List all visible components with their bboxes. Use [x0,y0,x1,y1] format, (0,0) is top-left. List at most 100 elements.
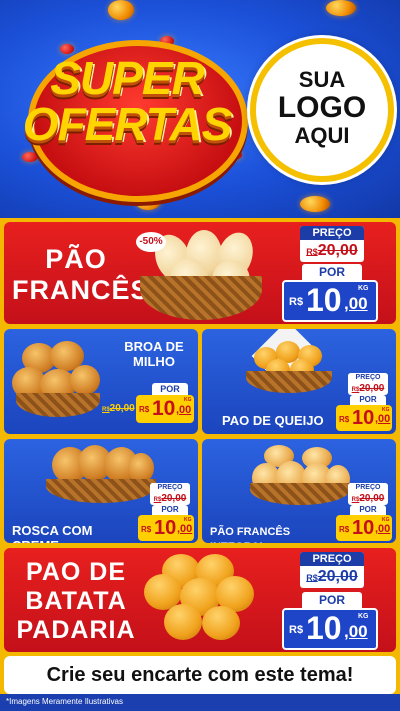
product-name-line: ROSCA COM CREME [12,523,93,543]
price-integer: 10 [154,517,177,539]
price-decimal: ,00 [375,523,391,535]
price-box: R$ 10 ,00 KG [282,608,378,650]
old-price-box: PREÇO R$20,00 [300,226,364,262]
price-unit: KG [184,517,192,523]
basket-image [46,479,156,503]
product-name-line: BATATA [25,587,127,615]
preco-label: PREÇO [348,373,388,382]
product-name: BROA DE MILHO [114,339,194,369]
price-box: R$ 10 ,00 KG [136,395,194,423]
price-integer: 10 [306,610,342,646]
basket-image [140,276,262,320]
product-card-broa-de-milho: BROA DE MILHO POR R$20,00 R$ 10 ,00 KG [4,329,198,434]
basket-image [246,371,332,393]
por-label: POR [350,505,386,515]
discount-badge: -50% [136,232,166,252]
old-price: R$20,00 [300,240,364,262]
basket-image [250,483,350,505]
product-name-line: PAO DE QUEIJO [222,413,324,428]
product-card-rosca-com-creme: ROSCA COM CREME PREÇO R$20,00 POR R$ 10 … [4,439,198,543]
price-unit: KG [358,613,369,620]
old-price-box: PREÇO R$20,00 [300,552,364,588]
product-card-pao-frances: PÃO FRANCÊS -50% PREÇO R$20,00 POR R$ 10… [4,222,396,324]
price-currency: R$ [339,525,350,534]
preco-label: PREÇO [300,226,364,240]
price-decimal: ,00 [375,413,391,425]
price-decimal: ,00 [344,294,368,313]
old-price-box: PREÇO R$20,00 [348,483,388,505]
price-unit: KG [184,397,192,403]
product-name: PÃO FRANCÊS INTEGRAL [210,525,346,543]
product-name-line: PÃO FRANCÊS INTEGRAL [210,526,291,543]
price-decimal: ,00 [176,404,192,416]
old-price: R$20,00 [300,566,364,588]
product-card-pao-de-batata: PAO DE BATATA PADARIA PREÇO R$20,00 POR … [4,548,396,652]
header-banner: SUPER OFERTAS SUA LOGO AQUI [0,0,400,218]
price-decimal: ,00 [344,622,368,641]
logo-text: SUA LOGO AQUI [256,68,388,148]
product-name-line: PÃO [45,244,107,274]
logo-line3: AQUI [294,123,350,148]
offer-title: SUPER OFERTAS [12,55,242,147]
price-currency: R$ [141,525,152,534]
product-card-pao-frances-integral: PÃO FRANCÊS INTEGRAL PREÇO R$20,00 POR R… [202,439,396,543]
product-name-line: MILHO [133,354,175,369]
old-price-value: 20,00 [317,568,358,585]
offer-title-line1: SUPER [50,52,204,104]
product-card-pao-de-queijo: PAO DE QUEIJO PREÇO R$20,00 POR R$ 10 ,0… [202,329,396,434]
old-price-value: 20,00 [359,493,385,504]
price-currency: R$ [289,624,304,636]
por-label: POR [350,395,386,405]
price-unit: KG [382,407,390,413]
price-box: R$ 10 ,00 KG [282,280,378,322]
price-box: R$ 10 ,00 KG [336,515,392,541]
por-label: POR [302,592,362,608]
price-integer: 10 [352,407,375,429]
old-price-value: 20,00 [317,242,358,259]
old-price-box: PREÇO R$20,00 [348,373,388,395]
preco-label: PREÇO [348,483,388,492]
por-label: POR [302,264,362,280]
price-decimal: ,00 [177,523,193,535]
product-name-line: PAO DE [26,558,126,586]
price-unit: KG [358,285,369,292]
coin-icon [108,0,134,20]
corn-bread-image [70,365,100,395]
old-price-currency: R$ [306,573,318,583]
old-price: R$20,00 [348,382,388,395]
old-price-currency: R$ [102,407,110,413]
old-price: R$20,00 [348,492,388,505]
product-name-line: FRANCÊS [12,275,150,305]
potato-bread-image [164,604,202,640]
cta-banner[interactable]: Crie seu encarte com este tema! [4,656,396,694]
product-name-line: PADARIA [16,616,136,644]
preco-label: PREÇO [300,552,364,566]
basket-image [16,393,100,417]
price-currency: R$ [139,405,150,414]
potato-bread-image [202,606,240,640]
price-integer: 10 [152,397,176,420]
price-integer: 10 [306,282,342,318]
logo-placeholder: SUA LOGO AQUI [250,38,394,182]
price-box: R$ 10 ,00 KG [336,405,392,431]
old-price-value: 20,00 [359,383,385,394]
disclaimer-note: *Imagens Meramente Ilustrativas [6,697,123,706]
old-price: R$20,00 [102,403,135,414]
old-price: R$20,00 [150,492,190,505]
old-price-value: 20,00 [109,403,135,414]
price-box: R$ 10 ,00 KG [138,515,194,541]
product-name: PAO DE QUEIJO [222,413,352,428]
coin-icon [326,0,356,16]
old-price-value: 20,00 [161,493,187,504]
por-label: POR [152,383,188,395]
logo-line1: SUA [298,67,346,92]
product-name: PÃO FRANCÊS [12,244,150,306]
offer-title-line2: OFERTAS [22,98,233,150]
price-unit: KG [382,517,390,523]
preco-label: PREÇO [150,483,190,492]
price-currency: R$ [339,415,350,424]
old-price-currency: R$ [306,247,318,257]
product-name: PAO DE BATATA PADARIA [8,558,144,645]
product-name-line: BROA DE [124,339,184,354]
coin-icon [22,152,38,162]
